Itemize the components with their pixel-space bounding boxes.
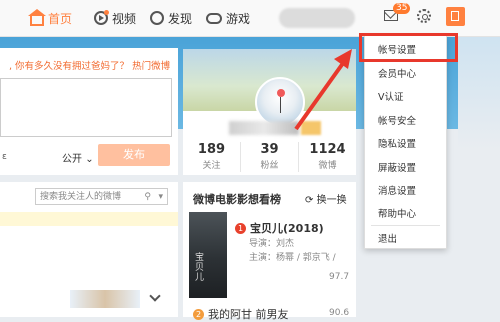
username-blurred[interactable] — [279, 8, 355, 28]
hot-weibo-link[interactable]: 热门微博 — [132, 61, 170, 72]
great-wall-image — [70, 290, 140, 308]
compose-prompt: , 你有多久没有拥过爸妈了？ 热门微博 — [9, 58, 170, 72]
menu-verification[interactable]: V认证 — [365, 89, 446, 103]
nav-home-label: 首页 — [48, 11, 73, 26]
menu-vip-center[interactable]: 会员中心 — [365, 66, 446, 80]
movie-cast: 主演：杨幂 / 郭京飞 / — [249, 253, 336, 263]
compose-card: , 你有多久没有拥过爸妈了？ 热门微博 ε 公开 ⌄ 发布 — [0, 48, 178, 175]
stat-value: 39 — [260, 142, 279, 157]
chevron-down-icon: ⌄ — [85, 154, 94, 165]
movie-item-2[interactable]: 2 我的阿甘 前男友 — [193, 306, 289, 322]
poster-text: 宝贝儿 — [193, 252, 203, 282]
stat-label: 微博 — [318, 161, 337, 171]
menu-divider — [371, 225, 440, 226]
expand-chevron-icon[interactable] — [149, 290, 161, 302]
gear-icon[interactable] — [417, 9, 431, 23]
menu-privacy-settings[interactable]: 隐私设置 — [365, 136, 446, 150]
refresh-label: 换一换 — [316, 195, 347, 206]
movie-card-title: 微博电影影想看榜 — [193, 193, 281, 206]
emoji-icon[interactable]: ε — [2, 152, 7, 162]
movie-name: 宝贝儿(2018) — [250, 222, 324, 235]
nav-video-label: 视频 — [112, 11, 137, 26]
settings-dropdown-menu: 帐号设置 会员中心 V认证 帐号安全 隐私设置 屏蔽设置 消息设置 帮助中心 退… — [364, 35, 447, 249]
gamepad-icon — [206, 12, 223, 24]
stat-posts[interactable]: 1124 微博 — [299, 142, 356, 172]
movie-poster[interactable]: 宝贝儿 — [189, 212, 227, 298]
stat-value: 1124 — [309, 142, 346, 157]
refresh-icon: ⟳ — [305, 195, 314, 206]
stat-value: 189 — [197, 142, 226, 157]
annotation-arrow — [294, 49, 352, 131]
profile-stats: 189 关注 39 粉丝 1124 微博 — [183, 142, 356, 172]
video-icon — [94, 10, 110, 25]
stat-label: 关注 — [202, 161, 221, 171]
feed-search-input[interactable]: 搜索我关注人的微博 ⚲ ▾ — [35, 188, 168, 205]
message-count-badge: 35 — [393, 3, 411, 14]
nav-home[interactable]: 首页 — [28, 9, 73, 27]
nav-games[interactable]: 游戏 — [206, 10, 250, 27]
home-icon — [28, 9, 46, 26]
menu-logout[interactable]: 退出 — [365, 231, 446, 245]
nav-games-label: 游戏 — [226, 11, 251, 26]
refresh-button[interactable]: ⟳ 换一换 — [305, 191, 347, 206]
right-edge-background — [458, 37, 500, 317]
movie-ranking-card: 微博电影影想看榜 ⟳ 换一换 宝贝儿 1 宝贝儿(2018) 导演：刘杰 主演：… — [183, 182, 356, 321]
feed-search-placeholder: 搜索我关注人的微博 — [40, 192, 122, 202]
stat-following[interactable]: 189 关注 — [183, 142, 241, 172]
highlight-box — [359, 33, 458, 62]
movie-director: 导演：刘杰 — [249, 239, 295, 249]
notice-bar — [0, 212, 178, 226]
movie-name: 我的阿甘 前男友 — [208, 308, 289, 321]
menu-account-security[interactable]: 帐号安全 — [365, 113, 446, 127]
rank-badge: 2 — [193, 308, 204, 320]
visibility-select[interactable]: 公开 ⌄ — [62, 150, 94, 165]
menu-block-settings[interactable]: 屏蔽设置 — [365, 160, 446, 174]
menu-help-center[interactable]: 帮助中心 — [365, 206, 446, 220]
compose-icon[interactable] — [446, 7, 465, 26]
menu-message-settings[interactable]: 消息设置 — [365, 183, 446, 197]
nav-video[interactable]: 视频 — [94, 10, 136, 27]
visibility-label: 公开 — [62, 154, 82, 165]
nav-discover[interactable]: 发现 — [150, 10, 192, 27]
feed-card: 搜索我关注人的微博 ⚲ ▾ — [0, 182, 178, 317]
nav-discover-label: 发现 — [168, 11, 193, 26]
search-icon[interactable]: ⚲ — [144, 189, 151, 206]
compass-icon — [150, 11, 165, 25]
profile-name-blurred[interactable] — [229, 121, 299, 135]
stat-followers[interactable]: 39 粉丝 — [241, 142, 299, 172]
dropdown-arrow-icon[interactable]: ▾ — [158, 189, 163, 206]
movie-score: 97.7 — [329, 272, 350, 282]
compose-textarea[interactable] — [0, 78, 172, 137]
movie-item-1[interactable]: 1 宝贝儿(2018) — [235, 220, 324, 236]
rank-badge: 1 — [235, 222, 246, 234]
publish-button[interactable]: 发布 — [98, 144, 170, 166]
compose-prompt-text: , 你有多久没有拥过爸妈了？ — [9, 61, 130, 72]
stat-label: 粉丝 — [260, 161, 279, 171]
